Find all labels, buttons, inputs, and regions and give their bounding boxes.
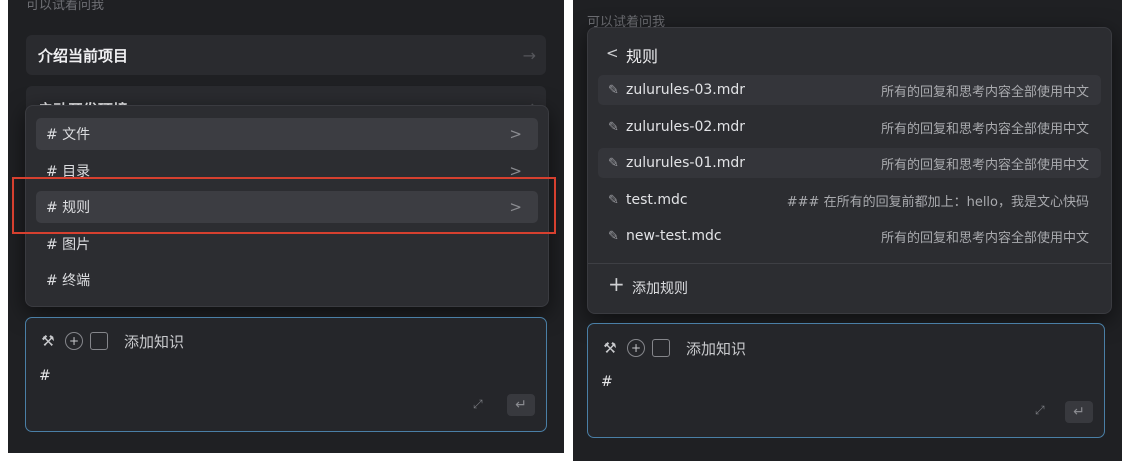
plus-circle-icon[interactable]: + bbox=[65, 332, 83, 350]
pencil-icon: ✎ bbox=[608, 228, 619, 244]
rule-description: 所有的回复和思考内容全部使用中文 bbox=[880, 157, 1089, 173]
pencil-icon: ✎ bbox=[608, 82, 619, 98]
rule-description: 所有的回复和思考内容全部使用中文 bbox=[880, 121, 1089, 137]
suggestion-intro-project[interactable]: 介绍当前项目 → bbox=[26, 35, 546, 75]
rule-item[interactable]: ✎ new-test.mdc 所有的回复和思考内容全部使用中文 bbox=[598, 221, 1101, 251]
hint-text: 可以试着问我 bbox=[26, 0, 105, 13]
pencil-icon: ✎ bbox=[608, 155, 619, 171]
expand-icon[interactable]: ⤢ bbox=[1035, 403, 1045, 418]
rule-description: ### 在所有的回复前都加上：hello，我是文心快码 bbox=[786, 194, 1089, 210]
rule-filename: test.mdc bbox=[626, 192, 688, 208]
highlight-box bbox=[12, 177, 556, 234]
rule-filename: zulurules-03.mdr bbox=[626, 82, 746, 98]
right-chat-panel: 可以试着问我 < 规则 ✎ zulurules-03.mdr 所有的回复和思考内… bbox=[573, 0, 1122, 461]
rule-item[interactable]: ✎ zulurules-02.mdr 所有的回复和思考内容全部使用中文 bbox=[598, 112, 1101, 142]
chat-input-box[interactable]: ⚒ + 添加知识 # ⤢ ↵ bbox=[25, 317, 547, 432]
add-rule-label: 添加规则 bbox=[632, 281, 688, 297]
rules-submenu: < 规则 ✎ zulurules-03.mdr 所有的回复和思考内容全部使用中文… bbox=[587, 27, 1112, 314]
menu-item-files[interactable]: # 文件 > bbox=[36, 118, 538, 150]
pencil-icon: ✎ bbox=[608, 192, 619, 208]
input-text[interactable]: # bbox=[601, 374, 613, 390]
submenu-title: 规则 bbox=[626, 47, 659, 66]
pencil-icon: ✎ bbox=[608, 119, 619, 135]
menu-item-label: # 文件 bbox=[46, 127, 91, 143]
arrow-right-icon: → bbox=[522, 45, 536, 65]
back-chevron-icon[interactable]: < bbox=[606, 44, 619, 62]
hammer-icon[interactable]: ⚒ bbox=[39, 332, 57, 350]
divider bbox=[588, 263, 1111, 264]
menu-item-label: # 终端 bbox=[46, 273, 91, 289]
image-icon[interactable] bbox=[652, 339, 670, 357]
hammer-icon[interactable]: ⚒ bbox=[601, 339, 619, 357]
add-rule-button[interactable]: + 添加规则 bbox=[598, 272, 1101, 303]
add-knowledge-label[interactable]: 添加知识 bbox=[686, 338, 746, 359]
chat-input-box[interactable]: ⚒ + 添加知识 # ⤢ ↵ bbox=[587, 323, 1105, 438]
rule-description: 所有的回复和思考内容全部使用中文 bbox=[880, 230, 1089, 246]
plus-icon: + bbox=[608, 272, 625, 296]
add-knowledge-label[interactable]: 添加知识 bbox=[124, 331, 184, 352]
input-text[interactable]: # bbox=[39, 368, 51, 384]
rule-filename: zulurules-02.mdr bbox=[626, 119, 746, 135]
plus-circle-icon[interactable]: + bbox=[627, 339, 645, 357]
expand-icon[interactable]: ⤢ bbox=[473, 397, 483, 412]
menu-item-label: # 图片 bbox=[46, 237, 91, 253]
suggestion-label: 介绍当前项目 bbox=[38, 46, 129, 65]
image-icon[interactable] bbox=[90, 332, 108, 350]
chevron-right-icon: > bbox=[509, 125, 522, 143]
left-chat-panel: 可以试着问我 介绍当前项目 → 启动开发环境 → # 文件 > # 目录 > #… bbox=[8, 0, 564, 453]
menu-item-terminal[interactable]: # 终端 bbox=[36, 264, 538, 296]
rule-filename: new-test.mdc bbox=[626, 228, 722, 244]
rule-item[interactable]: ✎ zulurules-03.mdr 所有的回复和思考内容全部使用中文 bbox=[598, 75, 1101, 105]
rule-filename: zulurules-01.mdr bbox=[626, 155, 746, 171]
rule-item[interactable]: ✎ test.mdc ### 在所有的回复前都加上：hello，我是文心快码 bbox=[598, 185, 1101, 215]
rule-item[interactable]: ✎ zulurules-01.mdr 所有的回复和思考内容全部使用中文 bbox=[598, 148, 1101, 178]
rule-description: 所有的回复和思考内容全部使用中文 bbox=[880, 84, 1089, 100]
send-button[interactable]: ↵ bbox=[507, 394, 535, 416]
send-button[interactable]: ↵ bbox=[1065, 401, 1093, 423]
